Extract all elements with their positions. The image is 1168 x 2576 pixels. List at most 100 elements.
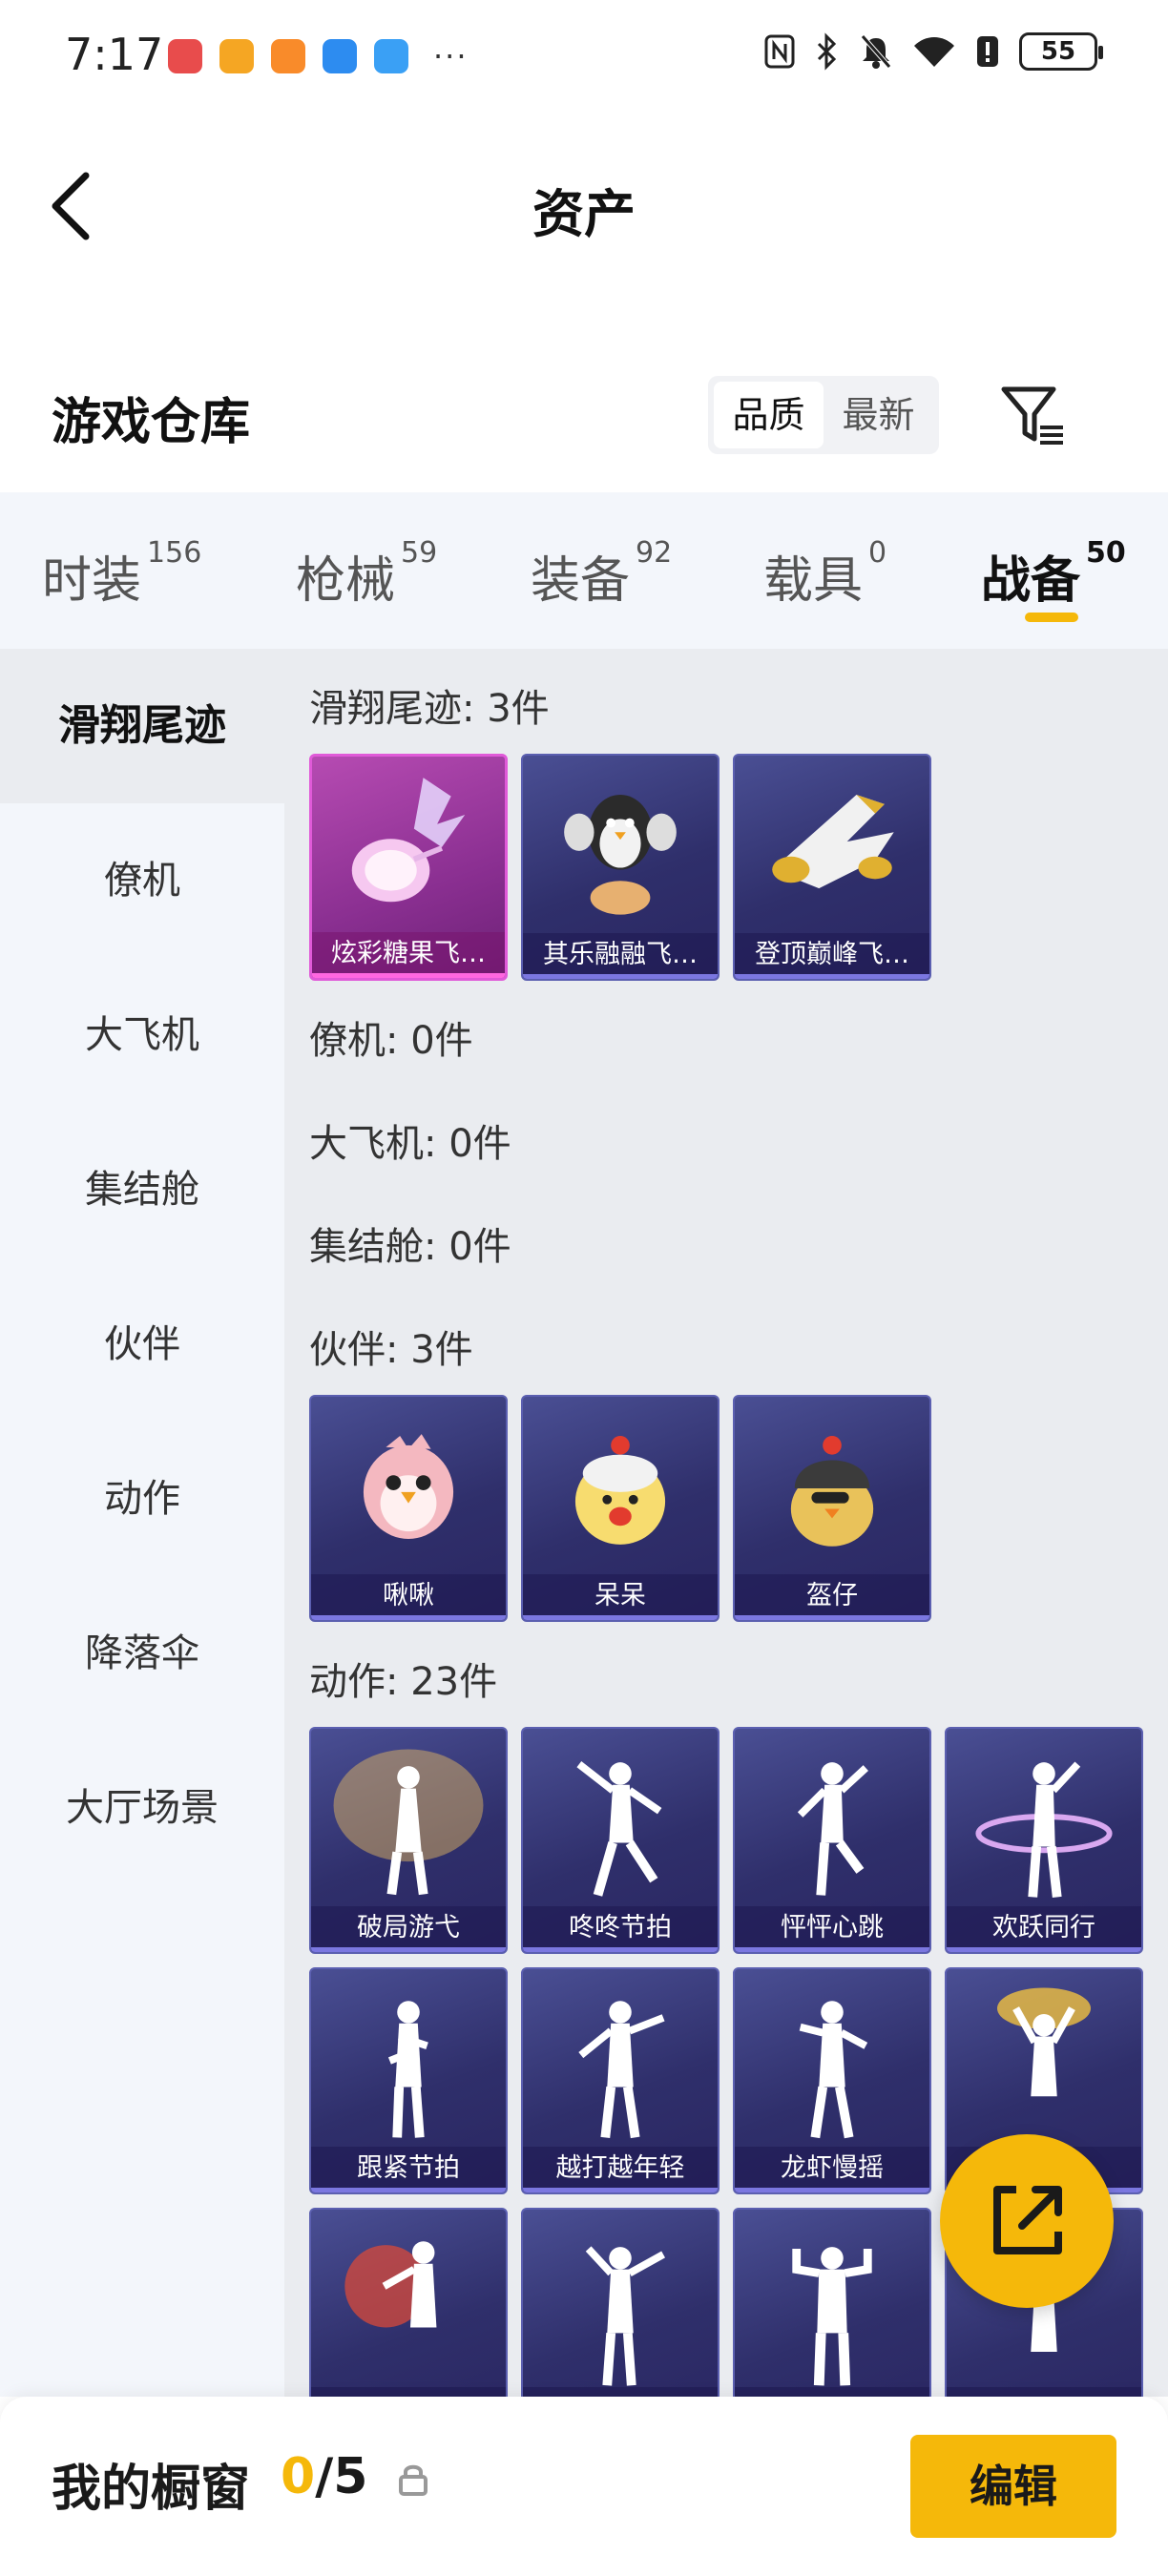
daidai-partner-image (574, 1436, 666, 1545)
section-title-trail: 滑翔尾迹: 3件 (309, 687, 550, 731)
jet-trail-image (772, 795, 894, 889)
item-card[interactable]: 跟紧节拍 (309, 1967, 508, 2194)
item-name (523, 2387, 718, 2397)
mail-icon (219, 39, 254, 73)
item-card[interactable]: 登顶巅峰飞… (733, 754, 931, 981)
mute-icon (861, 34, 891, 69)
section-title-emote: 动作: 23件 (309, 1660, 498, 1704)
category-tabs: 时装 156 枪械 59 装备 92 载具 0 战备 50 (0, 492, 1168, 649)
warehouse-header: 游戏仓库 品质 最新 (0, 363, 1168, 487)
item-card[interactable]: 盔仔 (733, 1395, 931, 1622)
trail-grid: 炫彩糖果飞… 其乐融融飞… 登顶巅峰飞… (309, 754, 1143, 981)
item-name: 盔仔 (735, 1574, 929, 1620)
tab-firearms[interactable]: 枪械 59 (296, 536, 437, 612)
huawei-app-icon (168, 39, 202, 73)
system-icons: 55 (763, 32, 1103, 71)
bottom-bar: 我的橱窗 0/5 编辑 (0, 2397, 1168, 2576)
item-card[interactable]: 呆呆 (521, 1395, 720, 1622)
showcase-label: 我的橱窗 (52, 2461, 251, 2518)
item-card[interactable]: 怦怦心跳 (733, 1727, 931, 1954)
jiujiu-partner-image (363, 1434, 454, 1539)
item-name: 啾啾 (311, 1574, 506, 1620)
item-card[interactable] (733, 2208, 931, 2397)
item-card[interactable]: 炫彩糖果飞… (309, 754, 508, 981)
item-name (947, 2387, 1141, 2397)
item-name (311, 2387, 506, 2397)
item-card[interactable]: 其乐融融飞… (521, 754, 720, 981)
kuizai-partner-image (790, 1436, 874, 1547)
section-title-plane: 大飞机: 0件 (309, 1122, 511, 1166)
item-card[interactable] (309, 2208, 508, 2397)
item-name: 龙虾慢摇 (735, 2147, 929, 2192)
item-name: 怦怦心跳 (735, 1906, 929, 1952)
item-name: 跟紧节拍 (311, 2147, 506, 2192)
sort-quality-button[interactable]: 品质 (714, 382, 824, 448)
tab-readiness[interactable]: 战备 50 (981, 536, 1126, 612)
emote-fireworks-image (996, 1987, 1092, 2097)
emote-flame-image (344, 2241, 437, 2328)
sort-toggle: 品质 最新 (708, 376, 939, 454)
emote-dance-image (576, 1761, 662, 1897)
emote-heartbeat-image (797, 1762, 868, 1896)
cloud-icon (374, 39, 408, 73)
item-card[interactable]: 龙虾慢摇 (733, 1967, 931, 2194)
penguin-trail-image (564, 795, 677, 915)
sidebar-item-partner[interactable]: 伙伴 (0, 1267, 284, 1422)
item-name: 其乐融融飞… (523, 933, 718, 979)
lock-icon (399, 2464, 428, 2496)
emote-lobster-image (799, 2001, 868, 2139)
filter-button[interactable] (998, 382, 1067, 450)
status-time: 7:17 (65, 29, 164, 80)
sidebar-item-plane[interactable]: 大飞机 (0, 958, 284, 1112)
notification-icons: ··· (168, 38, 469, 74)
item-card[interactable] (521, 2208, 720, 2397)
partner-grid: 啾啾 呆呆 盔仔 (309, 1395, 1143, 1622)
sidebar-item-wingman[interactable]: 僚机 (0, 803, 284, 958)
tab-equipment[interactable]: 装备 92 (531, 536, 672, 612)
status-bar: 7:17 ··· 55 (0, 0, 1168, 113)
tab-count: 50 (1086, 536, 1126, 570)
emote-keep-beat-image (387, 2001, 428, 2138)
item-name: 欢跃同行 (947, 1906, 1141, 1952)
item-name: 破局游弋 (311, 1906, 506, 1952)
item-card[interactable]: 破局游弋 (309, 1727, 508, 1954)
tab-vehicles[interactable]: 载具 0 (763, 536, 886, 612)
emote-together-image (975, 1761, 1113, 1898)
section-title-pod: 集结舱: 0件 (309, 1225, 511, 1269)
sidebar-item-emote[interactable]: 动作 (0, 1422, 284, 1576)
wifi-icon (914, 37, 954, 67)
sort-latest-button[interactable]: 最新 (824, 382, 933, 448)
item-name: 登顶巅峰飞… (735, 933, 929, 979)
nfc-icon (764, 34, 795, 69)
item-card[interactable]: 欢跃同行 (945, 1727, 1143, 1954)
item-card[interactable]: 啾啾 (309, 1395, 508, 1622)
item-name (735, 2387, 929, 2397)
warehouse-title: 游戏仓库 (52, 394, 251, 451)
emote-younger-image (578, 2001, 665, 2139)
emote-wings-image (333, 1749, 484, 1896)
sidebar-item-parachute[interactable]: 降落伞 (0, 1576, 284, 1731)
tab-count: 92 (636, 536, 673, 570)
more-notifications: ··· (433, 38, 469, 74)
item-card[interactable]: 越打越年轻 (521, 1967, 720, 2194)
edit-button[interactable]: 编辑 (910, 2435, 1116, 2538)
tab-fashion[interactable]: 时装 156 (42, 536, 201, 612)
item-name: 越打越年轻 (523, 2147, 718, 2192)
tab-count: 59 (401, 536, 438, 570)
emote-flex-image (792, 2247, 872, 2386)
weather-icon (323, 39, 357, 73)
sidebar-item-pod[interactable]: 集结舱 (0, 1112, 284, 1267)
video-icon (271, 39, 305, 73)
item-card[interactable]: 咚咚节拍 (521, 1727, 720, 1954)
share-button[interactable] (940, 2134, 1114, 2308)
filter-icon (1001, 386, 1063, 445)
item-name: 炫彩糖果飞… (312, 932, 505, 978)
share-icon (993, 2186, 1062, 2254)
active-tab-indicator (1025, 613, 1078, 622)
candy-trail-image (351, 778, 466, 903)
item-name: 呆呆 (523, 1574, 718, 1620)
page-title: 资产 (532, 184, 636, 244)
sidebar-item-glide-trail[interactable]: 滑翔尾迹 (0, 649, 284, 803)
alert-icon (977, 36, 998, 67)
sidebar-item-lobby-scene[interactable]: 大厅场景 (0, 1731, 284, 1885)
